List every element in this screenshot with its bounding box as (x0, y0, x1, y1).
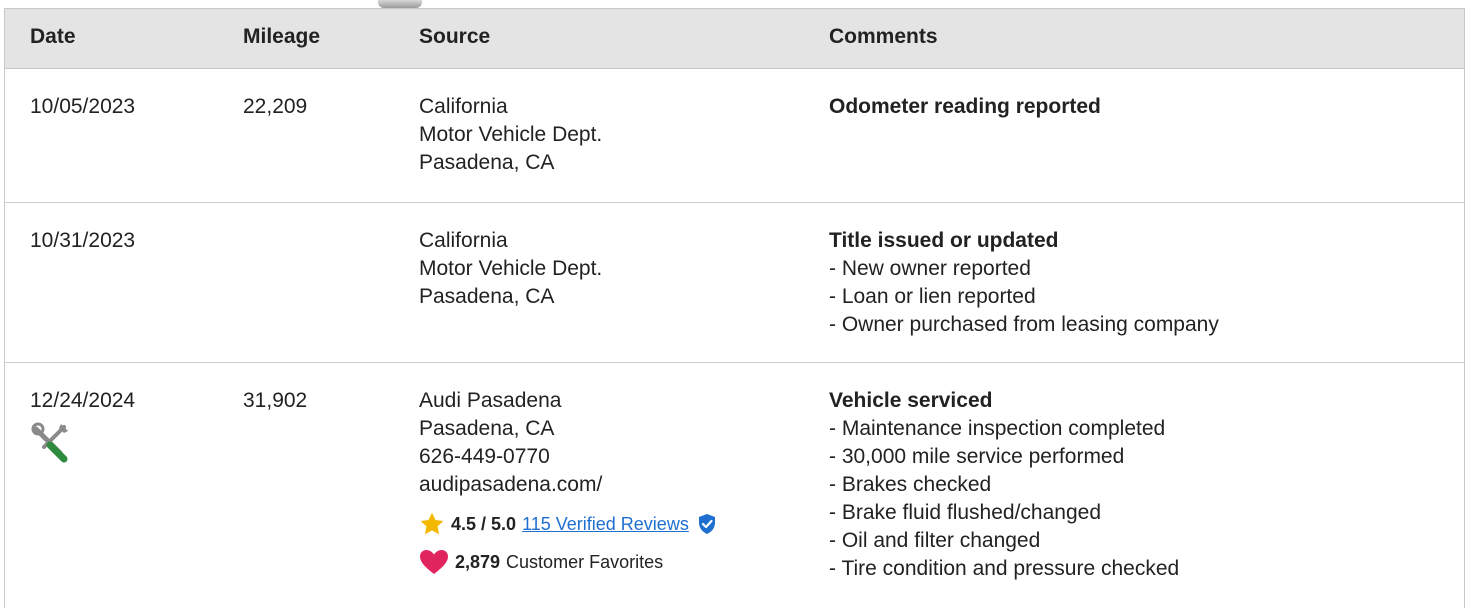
verified-badge-icon (698, 514, 715, 534)
comment-title: Odometer reading reported (829, 95, 1101, 118)
table-header: Date Mileage Source Comments (5, 9, 1464, 69)
vehicle-history-table: Date Mileage Source Comments 10/05/2023 … (4, 8, 1465, 608)
source-line: Pasadena, CA (419, 285, 555, 308)
source-line: audipasadena.com/ (419, 473, 603, 496)
star-icon (420, 512, 444, 535)
row-source: Audi Pasadena Pasadena, CA 626-449-0770 … (419, 387, 717, 575)
comment-item: - New owner reported (829, 257, 1031, 280)
source-line: Audi Pasadena (419, 389, 562, 412)
comment-item: - Oil and filter changed (829, 529, 1041, 552)
header-source: Source (419, 25, 491, 48)
source-line: California (419, 95, 508, 118)
table-row: 10/31/2023 California Motor Vehicle Dept… (5, 203, 1464, 363)
service-tools-icon (31, 422, 68, 463)
verified-reviews-link[interactable]: 115 Verified Reviews (522, 510, 689, 538)
top-edge (0, 0, 1471, 8)
source-line: Motor Vehicle Dept. (419, 257, 603, 280)
favorites-label: Customer Favorites (506, 552, 664, 572)
comment-item: - Maintenance inspection completed (829, 417, 1166, 440)
header-mileage: Mileage (243, 25, 321, 48)
row-source: California Motor Vehicle Dept. Pasadena,… (419, 93, 602, 177)
comment-item: - Loan or lien reported (829, 285, 1036, 308)
source-line: Motor Vehicle Dept. (419, 123, 603, 146)
comment-title: Title issued or updated (829, 229, 1059, 252)
row-source: California Motor Vehicle Dept. Pasadena,… (419, 227, 602, 311)
row-date-cell: 12/24/2024 (30, 387, 135, 463)
comment-item: - Brakes checked (829, 473, 992, 496)
table-row: 12/24/2024 31,902 Audi Pasadena Pasadena… (5, 363, 1464, 609)
source-line: Pasadena, CA (419, 151, 555, 174)
header-date: Date (30, 25, 76, 48)
header-comments: Comments (829, 25, 938, 48)
row-comments: Vehicle serviced - Maintenance inspectio… (829, 387, 1179, 583)
comment-item: - Tire condition and pressure checked (829, 557, 1180, 580)
favorites-count: 2,879 (455, 552, 501, 572)
row-comments: Title issued or updated - New owner repo… (829, 227, 1219, 339)
comment-item: - 30,000 mile service performed (829, 445, 1125, 468)
customer-favorites: 2,879 Customer Favorites (419, 549, 717, 575)
row-date: 10/31/2023 (30, 229, 136, 252)
dealer-rating: 4.5 / 5.0 115 Verified Reviews (419, 511, 717, 537)
comment-title: Vehicle serviced (829, 389, 993, 412)
row-comments: Odometer reading reported (829, 93, 1101, 121)
vehicle-thumbnail (378, 0, 422, 8)
heart-icon (420, 550, 448, 574)
source-line: Pasadena, CA (419, 417, 555, 440)
row-mileage: 31,902 (243, 389, 308, 412)
comment-item: - Brake fluid flushed/changed (829, 501, 1102, 524)
row-date: 10/05/2023 (30, 95, 136, 118)
row-mileage: 22,209 (243, 95, 308, 118)
source-line: California (419, 229, 508, 252)
row-date: 12/24/2024 (30, 389, 136, 412)
rating-value: 4.5 / 5.0 (451, 514, 517, 534)
source-line: 626-449-0770 (419, 445, 550, 468)
table-row: 10/05/2023 22,209 California Motor Vehic… (5, 69, 1464, 203)
comment-item: - Owner purchased from leasing company (829, 313, 1219, 336)
